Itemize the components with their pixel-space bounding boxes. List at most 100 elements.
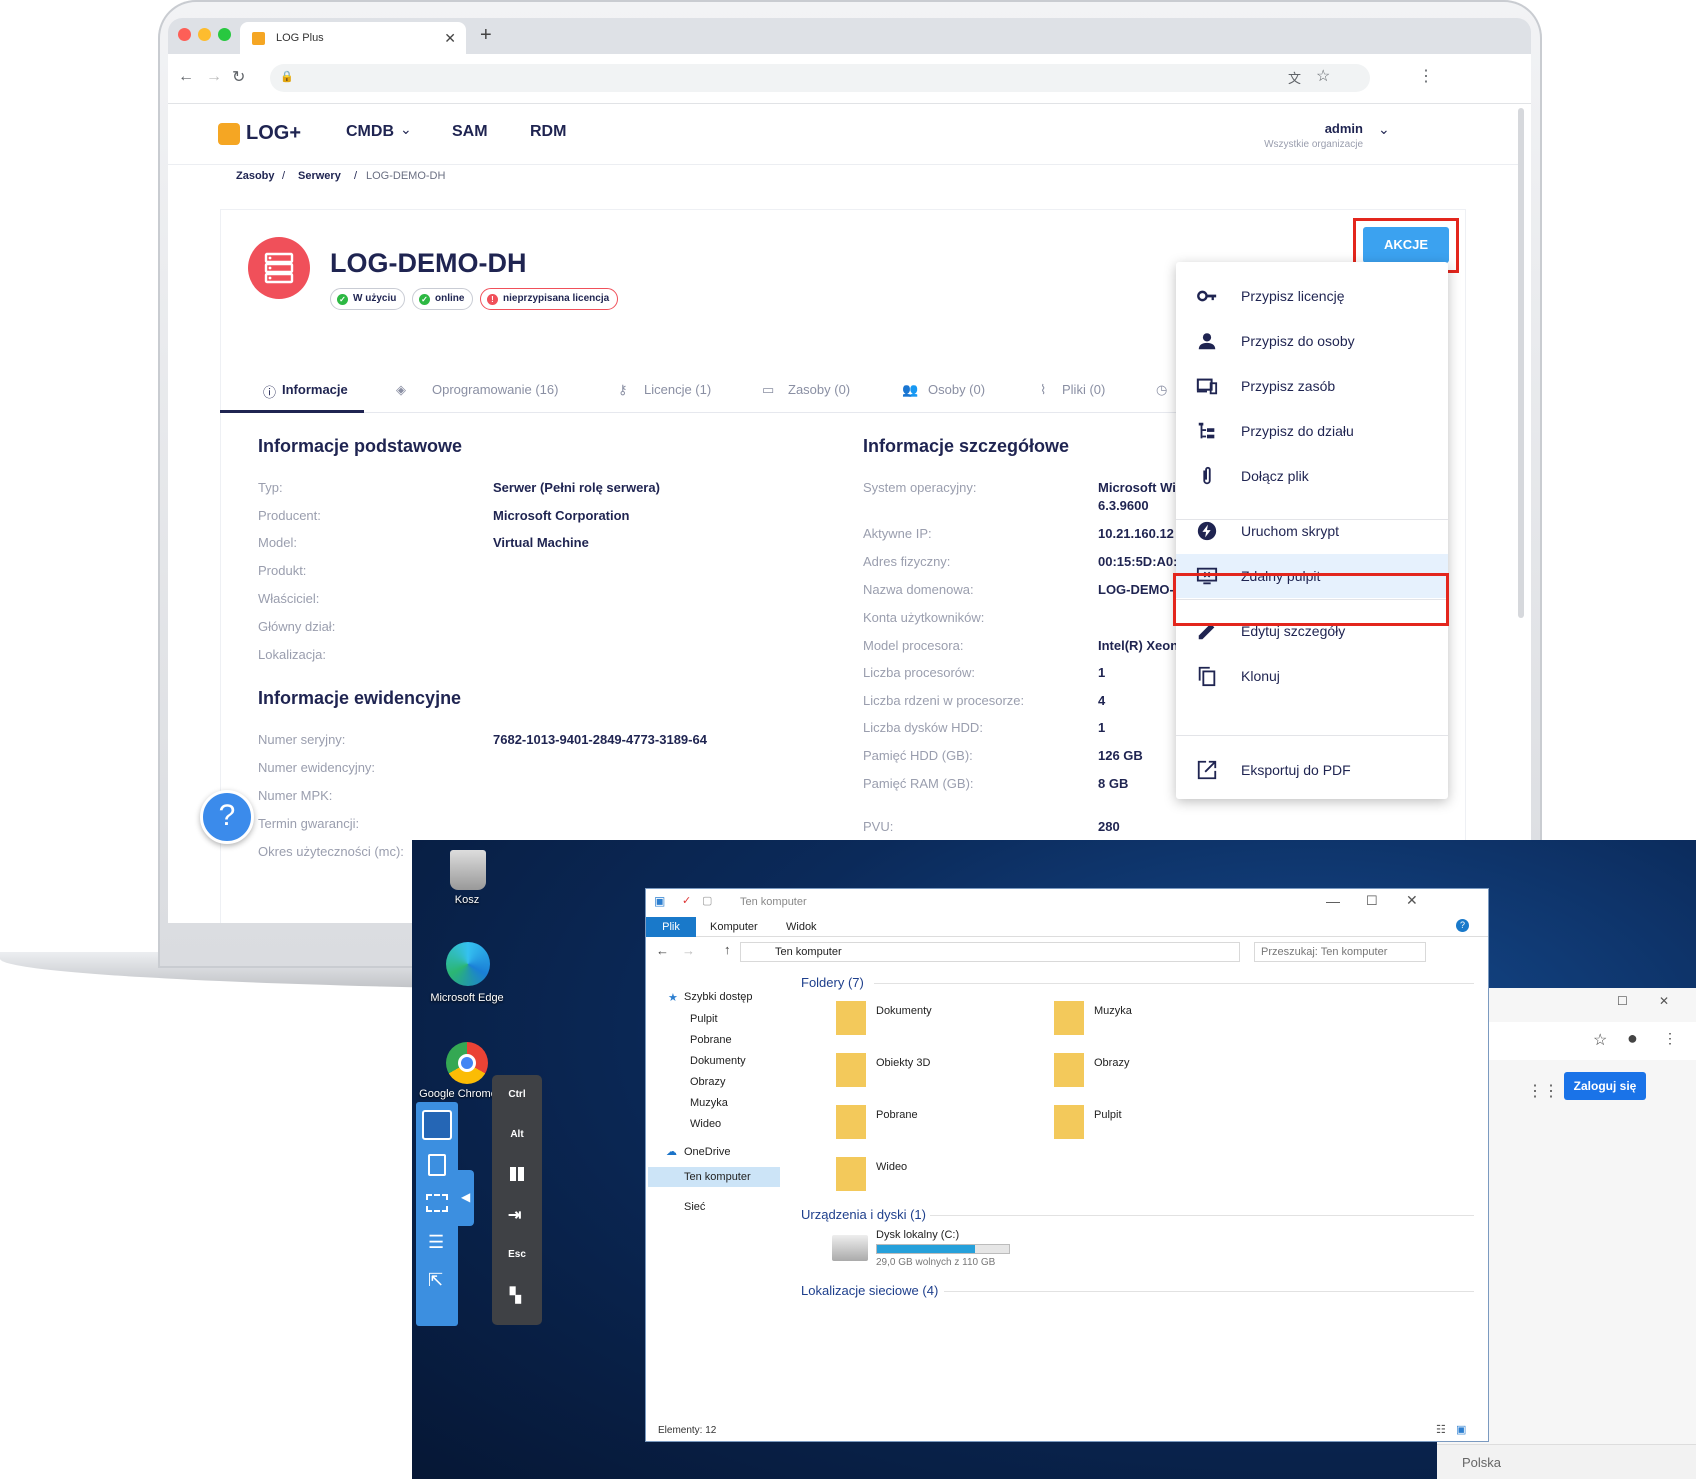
tab-oprogramowanie[interactable]: Oprogramowanie (16) — [432, 382, 558, 397]
more-keys-icon[interactable]: ▚ — [510, 1287, 521, 1304]
new-folder-icon[interactable]: ▢ — [702, 894, 712, 907]
maximize-icon[interactable]: ☐ — [1617, 994, 1628, 1008]
ribbon-tab-plik[interactable]: Plik — [646, 917, 696, 937]
group-network[interactable]: Lokalizacje sieciowe (4) — [801, 1283, 938, 1298]
close-icon[interactable]: ✕ — [1659, 994, 1669, 1008]
history-icon[interactable]: ◷ — [1156, 382, 1167, 398]
forward-icon[interactable]: → — [682, 943, 695, 958]
group-folders[interactable]: Foldery (7) — [801, 975, 864, 990]
star-icon[interactable]: ☆ — [1316, 66, 1330, 86]
ribbon-tab-komputer[interactable]: Komputer — [710, 921, 758, 933]
settings-sliders-icon[interactable]: ☰ — [428, 1232, 444, 1253]
url-field[interactable]: 🔒 — [270, 64, 1370, 92]
translate-icon[interactable]: 文 — [1288, 68, 1301, 87]
close-tab-icon[interactable]: ✕ — [444, 30, 456, 47]
desktop-icon-label[interactable]: Google Chrome — [418, 1088, 498, 1100]
menu-item-attach-file[interactable]: Dołącz plik — [1176, 454, 1448, 498]
clipboard-icon[interactable] — [428, 1154, 446, 1176]
back-icon[interactable]: ← — [656, 943, 669, 958]
recycle-bin-icon[interactable] — [450, 850, 486, 890]
details-view-icon[interactable]: ☷ — [1436, 1423, 1446, 1436]
user-menu-chevron-icon[interactable]: ⌄ — [1378, 121, 1390, 138]
collapse-toolbar-icon[interactable]: ◀ — [458, 1170, 474, 1226]
logo-text[interactable]: LOG+ — [246, 122, 301, 145]
folder-item[interactable]: Pulpit — [1094, 1109, 1122, 1121]
folder-item[interactable]: Obiekty 3D — [876, 1057, 930, 1069]
tab-informacje[interactable]: Informacje — [282, 382, 348, 397]
help-icon[interactable]: ? — [1456, 919, 1469, 932]
nav-item[interactable]: Wideo — [690, 1118, 721, 1130]
login-button[interactable]: Zaloguj się — [1564, 1072, 1646, 1100]
nav-item[interactable]: Pulpit — [690, 1013, 718, 1025]
minimize-dot[interactable] — [198, 28, 211, 41]
user-name[interactable]: admin — [1233, 121, 1363, 136]
nav-network[interactable]: Sieć — [684, 1201, 705, 1213]
nav-sam[interactable]: SAM — [452, 123, 488, 141]
help-icon[interactable]: ? — [200, 790, 254, 844]
tab-zasoby[interactable]: Zasoby (0) — [788, 382, 850, 397]
nav-item[interactable]: Dokumenty — [690, 1055, 746, 1067]
reload-icon[interactable]: ↻ — [232, 67, 245, 87]
menu-item-assign-department[interactable]: Przypisz do działu — [1176, 409, 1448, 453]
new-tab-button[interactable]: + — [480, 24, 492, 47]
nav-cmdb[interactable]: CMDB — [346, 123, 394, 141]
tab-licencje[interactable]: Licencje (1) — [644, 382, 711, 397]
ribbon-tab-widok[interactable]: Widok — [786, 921, 817, 933]
menu-item-run-script[interactable]: Uruchom skrypt — [1176, 509, 1448, 553]
folder-item[interactable]: Pobrane — [876, 1109, 918, 1121]
drive-name[interactable]: Dysk lokalny (C:) — [876, 1229, 959, 1241]
folder-item[interactable]: Obrazy — [1094, 1057, 1129, 1069]
apps-grid-icon[interactable]: ⋮⋮ — [1527, 1081, 1559, 1101]
nav-item[interactable]: Obrazy — [690, 1076, 725, 1088]
properties-icon[interactable]: ✓ — [682, 894, 691, 907]
nav-this-pc[interactable]: Ten komputer — [648, 1167, 780, 1187]
search-field[interactable]: Przeszukaj: Ten komputer — [1254, 942, 1426, 962]
menu-item-clone[interactable]: Klonuj — [1176, 654, 1448, 698]
desktop-icon-label[interactable]: Kosz — [422, 894, 512, 906]
large-icons-view-icon[interactable]: ▣ — [1456, 1423, 1466, 1436]
chevron-down-icon[interactable]: ⌄ — [400, 121, 412, 138]
folder-item[interactable]: Wideo — [876, 1161, 907, 1173]
desktop-icon-label[interactable]: Microsoft Edge — [422, 992, 512, 1004]
scrollbar[interactable] — [1518, 108, 1524, 618]
breadcrumb-zasoby[interactable]: Zasoby — [236, 170, 275, 182]
keyboard-icon[interactable] — [422, 1110, 452, 1140]
menu-item-assign-asset[interactable]: Przypisz zasób — [1176, 364, 1448, 408]
maximize-dot[interactable] — [218, 28, 231, 41]
tab-key-icon[interactable]: ⇥ — [508, 1205, 521, 1225]
forward-icon[interactable]: → — [206, 68, 222, 86]
menu-item-assign-license[interactable]: Przypisz licencję — [1176, 274, 1448, 318]
account-icon[interactable]: ● — [1627, 1028, 1638, 1049]
alt-key[interactable]: Alt — [492, 1129, 542, 1140]
folder-item[interactable]: Dokumenty — [876, 1005, 932, 1017]
tab-pliki[interactable]: Pliki (0) — [1062, 382, 1105, 397]
actions-button[interactable]: AKCJE — [1363, 227, 1449, 263]
chrome-icon[interactable] — [446, 1042, 488, 1084]
star-icon[interactable]: ☆ — [1593, 1030, 1607, 1050]
maximize-icon[interactable]: ☐ — [1366, 893, 1378, 909]
browser-tab[interactable]: LOG Plus ✕ — [240, 22, 466, 54]
nav-item[interactable]: Pobrane — [690, 1034, 732, 1046]
fullscreen-icon[interactable] — [426, 1194, 448, 1212]
more-icon[interactable]: ⋮ — [1418, 66, 1434, 86]
group-devices[interactable]: Urządzenia i dyski (1) — [801, 1207, 926, 1222]
nav-onedrive[interactable]: OneDrive — [684, 1146, 730, 1158]
esc-key[interactable]: Esc — [492, 1249, 542, 1260]
close-icon[interactable]: ✕ — [1406, 892, 1418, 909]
folder-item[interactable]: Muzyka — [1094, 1005, 1132, 1017]
tab-osoby[interactable]: Osoby (0) — [928, 382, 985, 397]
edge-icon[interactable] — [446, 942, 490, 986]
nav-quick-access[interactable]: Szybki dostęp — [684, 991, 752, 1003]
menu-item-assign-person[interactable]: Przypisz do osoby — [1176, 319, 1448, 363]
nav-item[interactable]: Muzyka — [690, 1097, 728, 1109]
windows-key-icon[interactable] — [510, 1167, 524, 1181]
exit-icon[interactable]: ⇱ — [428, 1270, 443, 1291]
up-icon[interactable]: ↑ — [724, 942, 731, 957]
path-field[interactable]: Ten komputer — [740, 942, 1240, 962]
more-icon[interactable]: ⋮ — [1663, 1030, 1677, 1047]
back-icon[interactable]: ← — [178, 68, 194, 86]
nav-rdm[interactable]: RDM — [530, 123, 566, 141]
menu-item-export-pdf[interactable]: Eksportuj do PDF — [1176, 748, 1448, 792]
breadcrumb-serwery[interactable]: Serwery — [298, 170, 341, 182]
ctrl-key[interactable]: Ctrl — [492, 1089, 542, 1100]
